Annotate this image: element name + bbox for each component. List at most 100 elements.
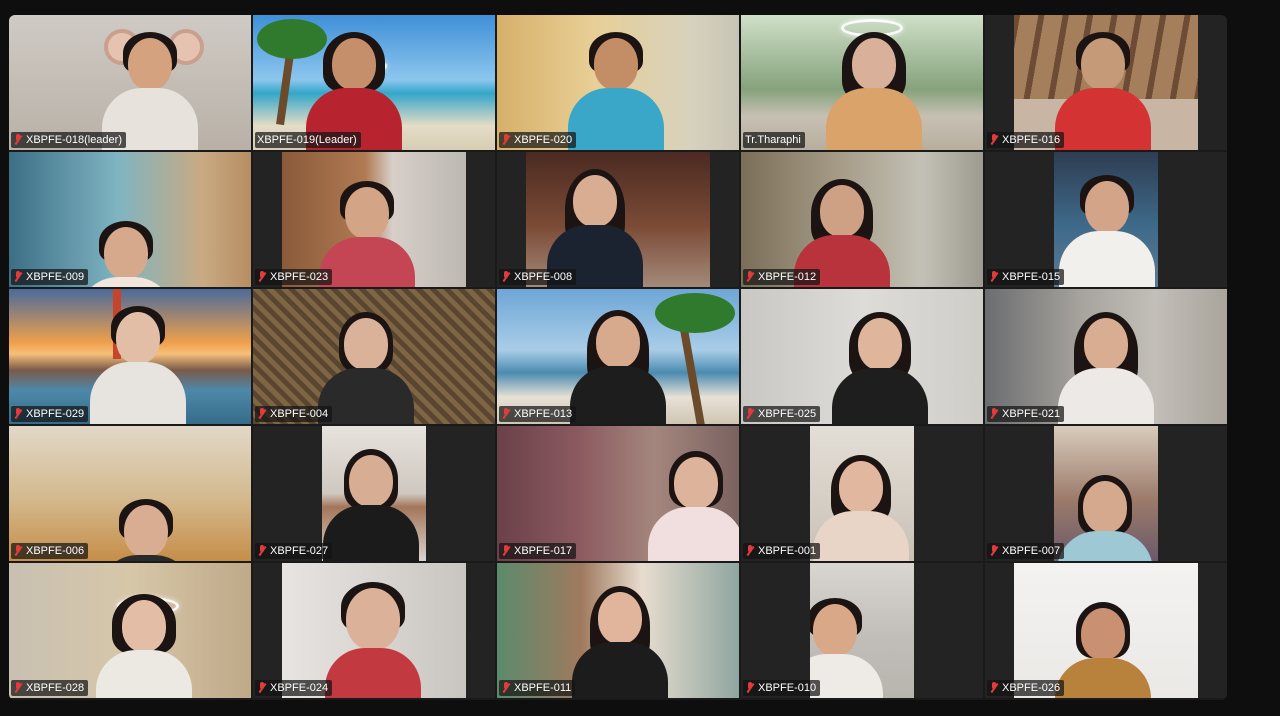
microphone-muted-icon	[989, 545, 999, 557]
participant-name: XBPFE-021	[1002, 408, 1061, 420]
video-feed	[1014, 563, 1198, 698]
participant-name-label: XBPFE-004	[255, 406, 333, 422]
participant-name-label: XBPFE-025	[743, 406, 821, 422]
microphone-muted-icon	[989, 271, 999, 283]
participant-tile[interactable]: XBPFE-010	[741, 563, 983, 698]
microphone-muted-icon	[257, 545, 267, 557]
video-feed	[1054, 152, 1158, 287]
video-feed	[1054, 426, 1158, 561]
video-feed	[1014, 15, 1198, 150]
participant-tile[interactable]: XBPFE-004	[253, 289, 495, 424]
participant-tile[interactable]: XBPFE-028	[9, 563, 251, 698]
participant-name: XBPFE-009	[26, 271, 85, 283]
participant-tile[interactable]: XBPFE-016	[985, 15, 1227, 150]
video-feed	[497, 289, 739, 424]
participant-name: XBPFE-012	[758, 271, 817, 283]
participant-name-label: XBPFE-026	[987, 680, 1065, 696]
participant-tile[interactable]: XBPFE-020	[497, 15, 739, 150]
participant-tile[interactable]: XBPFE-029	[9, 289, 251, 424]
participant-name-label: XBPFE-010	[743, 680, 821, 696]
participant-tile[interactable]: XBPFE-025	[741, 289, 983, 424]
participant-tile[interactable]: XBPFE-015	[985, 152, 1227, 287]
participant-name: XBPFE-029	[26, 408, 85, 420]
microphone-muted-icon	[745, 271, 755, 283]
participant-tile[interactable]: XBPFE-027	[253, 426, 495, 561]
video-feed	[9, 152, 251, 287]
video-feed	[497, 563, 739, 698]
participant-name-label: XBPFE-016	[987, 132, 1065, 148]
participant-name-label: Tr.Tharaphi	[743, 132, 805, 148]
participant-tile-active-speaker[interactable]: XBPFE-019(Leader)	[253, 15, 495, 150]
participant-name: XBPFE-004	[270, 408, 329, 420]
microphone-muted-icon	[501, 134, 511, 146]
participant-tile[interactable]: XBPFE-021	[985, 289, 1227, 424]
microphone-muted-icon	[989, 408, 999, 420]
microphone-muted-icon	[257, 408, 267, 420]
participant-name-label: XBPFE-018(leader)	[11, 132, 126, 148]
microphone-muted-icon	[745, 408, 755, 420]
participant-name: XBPFE-019(Leader)	[257, 134, 357, 146]
participant-name-label: XBPFE-024	[255, 680, 333, 696]
participant-name-label: XBPFE-009	[11, 269, 89, 285]
participant-tile[interactable]: XBPFE-006	[9, 426, 251, 561]
participant-tile[interactable]: XBPFE-023	[253, 152, 495, 287]
video-feed	[253, 15, 495, 150]
participant-name: XBPFE-018(leader)	[26, 134, 122, 146]
participant-name-label: XBPFE-001	[743, 543, 821, 559]
video-feed	[741, 152, 983, 287]
participant-name-label: XBPFE-008	[499, 269, 577, 285]
microphone-muted-icon	[13, 271, 23, 283]
microphone-muted-icon	[13, 408, 23, 420]
participant-name-label: XBPFE-019(Leader)	[255, 132, 361, 148]
video-feed	[9, 15, 251, 150]
video-feed	[282, 563, 466, 698]
microphone-muted-icon	[989, 682, 999, 694]
participant-name: XBPFE-001	[758, 545, 817, 557]
microphone-muted-icon	[257, 271, 267, 283]
video-feed	[322, 426, 426, 561]
participant-name-label: XBPFE-007	[987, 543, 1065, 559]
participant-name-label: XBPFE-011	[499, 680, 576, 696]
participant-tile[interactable]: XBPFE-017	[497, 426, 739, 561]
video-feed	[497, 15, 739, 150]
microphone-muted-icon	[745, 545, 755, 557]
participant-tile[interactable]: XBPFE-008	[497, 152, 739, 287]
video-feed	[9, 289, 251, 424]
participant-name: XBPFE-016	[1002, 134, 1061, 146]
microphone-muted-icon	[13, 545, 23, 557]
video-feed	[810, 563, 914, 698]
participant-name: XBPFE-025	[758, 408, 817, 420]
participant-tile[interactable]: XBPFE-007	[985, 426, 1227, 561]
participant-name: XBPFE-017	[514, 545, 573, 557]
participant-tile[interactable]: XBPFE-009	[9, 152, 251, 287]
video-feed	[253, 289, 495, 424]
video-gallery-grid: XBPFE-018(leader) XBPFE-019(Leader) XBPF…	[9, 15, 1227, 700]
participant-tile[interactable]: Tr.Tharaphi	[741, 15, 983, 150]
participant-name-label: XBPFE-023	[255, 269, 333, 285]
participant-tile[interactable]: XBPFE-024	[253, 563, 495, 698]
video-feed	[741, 289, 983, 424]
video-feed	[810, 426, 914, 561]
participant-tile[interactable]: XBPFE-026	[985, 563, 1227, 698]
participant-name: XBPFE-007	[1002, 545, 1061, 557]
video-feed	[9, 563, 251, 698]
participant-tile[interactable]: XBPFE-013	[497, 289, 739, 424]
participant-name: XBPFE-020	[514, 134, 573, 146]
participant-tile[interactable]: XBPFE-011	[497, 563, 739, 698]
participant-name: XBPFE-023	[270, 271, 329, 283]
participant-name-label: XBPFE-027	[255, 543, 333, 559]
microphone-muted-icon	[13, 682, 23, 694]
participant-tile[interactable]: XBPFE-012	[741, 152, 983, 287]
participant-name-label: XBPFE-006	[11, 543, 89, 559]
participant-tile[interactable]: XBPFE-018(leader)	[9, 15, 251, 150]
video-feed	[497, 426, 739, 561]
participant-name-label: XBPFE-012	[743, 269, 821, 285]
participant-tile[interactable]: XBPFE-001	[741, 426, 983, 561]
video-feed	[985, 289, 1227, 424]
participant-name: XBPFE-013	[514, 408, 573, 420]
microphone-muted-icon	[501, 545, 511, 557]
participant-name: XBPFE-010	[758, 682, 817, 694]
participant-name: XBPFE-015	[1002, 271, 1061, 283]
participant-name-label: XBPFE-021	[987, 406, 1065, 422]
microphone-muted-icon	[13, 134, 23, 146]
